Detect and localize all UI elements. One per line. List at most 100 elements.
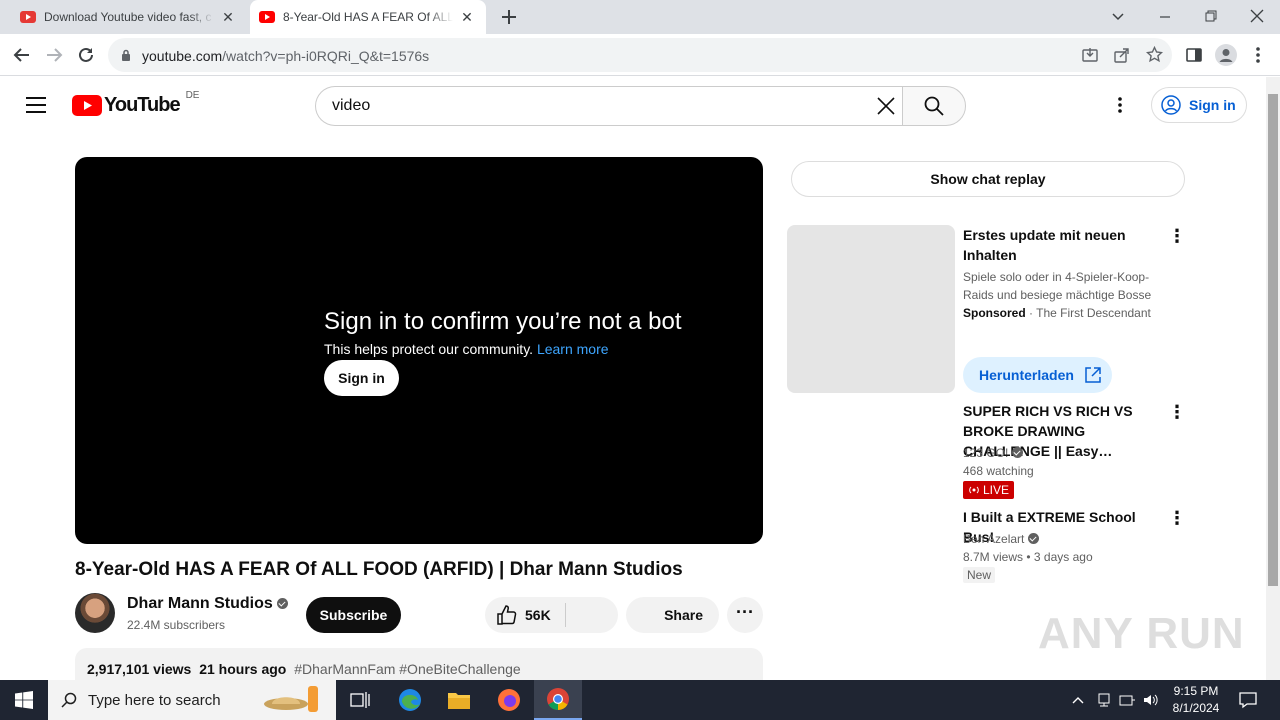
recommendation-channel[interactable]: Ben Azelart xyxy=(963,530,1040,548)
side-panel-icon[interactable] xyxy=(1186,47,1202,63)
like-button[interactable]: 56K xyxy=(485,597,565,633)
page-scrollbar[interactable] xyxy=(1266,77,1280,680)
upload-age: 21 hours ago xyxy=(199,661,287,677)
dislike-button[interactable] xyxy=(566,597,618,633)
learn-more-link[interactable]: Learn more xyxy=(537,341,609,357)
ethernet-icon[interactable] xyxy=(1119,692,1135,708)
close-window-button[interactable] xyxy=(1249,8,1265,24)
restore-button[interactable] xyxy=(1203,8,1219,24)
ad-cta-label: Herunterladen xyxy=(979,367,1074,383)
youtube-favicon-icon xyxy=(259,11,275,23)
clock-date: 8/1/2024 xyxy=(1172,701,1220,715)
lock-icon[interactable] xyxy=(120,49,132,61)
search-button[interactable] xyxy=(902,86,966,126)
player-sign-in-button[interactable]: Sign in xyxy=(324,360,399,396)
chevron-up-icon xyxy=(1072,697,1084,704)
description-meta: 2,917,101 views 21 hours ago #DharMannFa… xyxy=(87,661,521,677)
forward-button[interactable] xyxy=(45,46,63,64)
ad-download-button[interactable]: Herunterladen xyxy=(963,357,1112,393)
share-page-icon[interactable] xyxy=(1114,47,1130,63)
ad-description: Spiele solo oder in 4-Spieler-Koop-Raids… xyxy=(963,270,1152,302)
profile-avatar-icon[interactable] xyxy=(1215,44,1237,66)
plus-icon xyxy=(502,10,516,24)
video-player[interactable]: Sign in to confirm you’re not a bot This… xyxy=(75,157,763,544)
verified-icon xyxy=(1028,533,1040,544)
search-input[interactable]: video xyxy=(315,86,903,126)
live-broadcast-icon xyxy=(969,486,979,494)
browser-menu-icon[interactable] xyxy=(1255,46,1261,64)
more-actions-button[interactable]: ··· xyxy=(727,597,763,633)
share-button[interactable]: Share xyxy=(626,597,719,633)
ad-menu-icon[interactable]: ⋮ xyxy=(1165,225,1189,249)
scrollbar-thumb[interactable] xyxy=(1268,94,1278,586)
description-box[interactable]: 2,917,101 views 21 hours ago #DharMannFa… xyxy=(75,648,763,680)
hamburger-menu-icon[interactable] xyxy=(26,97,46,113)
reload-button[interactable] xyxy=(77,46,95,64)
user-circle-icon xyxy=(1161,95,1181,115)
show-chat-replay-button[interactable]: Show chat replay xyxy=(791,161,1185,197)
search-icon xyxy=(61,692,77,708)
like-count: 56K xyxy=(525,607,551,623)
channel-name[interactable]: Dhar Mann Studios xyxy=(127,595,288,613)
advertiser-name: The First Descendant xyxy=(1036,306,1151,320)
anyrun-watermark: ANY RUN xyxy=(1038,609,1245,658)
subscribe-button[interactable]: Subscribe xyxy=(306,597,401,633)
ad-thumbnail[interactable] xyxy=(787,225,955,393)
view-count: 8.7M views xyxy=(963,550,1024,564)
youtube-favicon-icon xyxy=(20,11,36,23)
search-placeholder: Type here to search xyxy=(88,692,221,709)
clear-search-icon[interactable] xyxy=(877,97,895,115)
close-icon xyxy=(1250,9,1264,23)
close-tab-icon[interactable]: ✕ xyxy=(220,9,236,25)
sign-in-label: Sign in xyxy=(1189,97,1236,113)
taskbar-search-box[interactable]: Type here to search xyxy=(48,680,336,720)
network-icon[interactable] xyxy=(1096,692,1112,708)
task-view-button[interactable] xyxy=(336,680,384,720)
verified-icon xyxy=(276,598,288,609)
install-app-icon[interactable] xyxy=(1082,47,1098,63)
youtube-watch-page: YouTube DE video Sign in Sign in to conf… xyxy=(0,77,1266,680)
youtube-logo[interactable]: YouTube DE xyxy=(72,90,199,117)
clock-time: 9:15 PM xyxy=(1173,684,1219,698)
start-button[interactable] xyxy=(0,680,48,720)
chrome-taskbar-button[interactable] xyxy=(534,680,582,720)
recommendation-channel[interactable]: 123 GO! xyxy=(963,444,1024,462)
recommendation-menu-icon[interactable]: ⋮ xyxy=(1165,507,1189,531)
browser-tab[interactable]: Download Youtube video fast, c ✕ xyxy=(12,0,246,34)
search-query-text: video xyxy=(332,97,371,114)
close-tab-icon[interactable]: ✕ xyxy=(459,9,475,25)
like-dislike-group: 56K xyxy=(485,597,618,633)
tab-search-button[interactable] xyxy=(1110,9,1126,25)
upload-age: 3 days ago xyxy=(1033,550,1093,564)
edge-taskbar-button[interactable] xyxy=(386,680,434,720)
folder-icon xyxy=(448,693,470,709)
recommendation-menu-icon[interactable]: ⋮ xyxy=(1165,401,1189,425)
task-view-icon xyxy=(350,692,370,708)
hashtags[interactable]: #DharMannFam #OneBiteChallenge xyxy=(294,661,520,677)
browser-tab-active[interactable]: 8-Year-Old HAS A FEAR Of ALL F ✕ xyxy=(250,0,486,34)
notifications-icon[interactable] xyxy=(1239,691,1257,709)
new-tab-button[interactable] xyxy=(498,6,520,28)
bot-check-subtitle: This helps protect our community. Learn … xyxy=(324,341,609,357)
windows-taskbar: Type here to search 9:15 PM 8/1/2024 xyxy=(0,680,1280,720)
browser-tab-strip: Download Youtube video fast, c ✕ 8-Year-… xyxy=(0,0,1280,34)
firefox-taskbar-button[interactable] xyxy=(485,680,533,720)
sponsored-label: Sponsored xyxy=(963,306,1026,320)
file-explorer-button[interactable] xyxy=(435,680,483,720)
sign-in-button[interactable]: Sign in xyxy=(1151,87,1247,123)
ad-title[interactable]: Erstes update mit neuen Inhalten xyxy=(963,225,1167,265)
settings-menu-icon[interactable] xyxy=(1117,96,1123,114)
address-bar[interactable]: youtube.com/watch?v=ph-i0RQRi_Q&t=1576s xyxy=(108,38,1172,72)
arrow-right-icon xyxy=(47,48,63,62)
back-button[interactable] xyxy=(13,46,31,64)
minimize-button[interactable] xyxy=(1157,9,1173,25)
taskbar-clock[interactable]: 9:15 PM 8/1/2024 xyxy=(1166,683,1226,717)
channel-name-text: Ben Azelart xyxy=(963,532,1025,546)
volume-icon[interactable] xyxy=(1142,692,1158,708)
chrome-icon xyxy=(547,688,569,710)
thumbs-up-icon xyxy=(497,605,517,625)
channel-avatar[interactable] xyxy=(75,593,115,633)
bookmark-star-icon[interactable] xyxy=(1146,46,1163,63)
recommendation-meta: 468 watching xyxy=(963,464,1034,478)
show-hidden-icons[interactable] xyxy=(1071,693,1085,707)
